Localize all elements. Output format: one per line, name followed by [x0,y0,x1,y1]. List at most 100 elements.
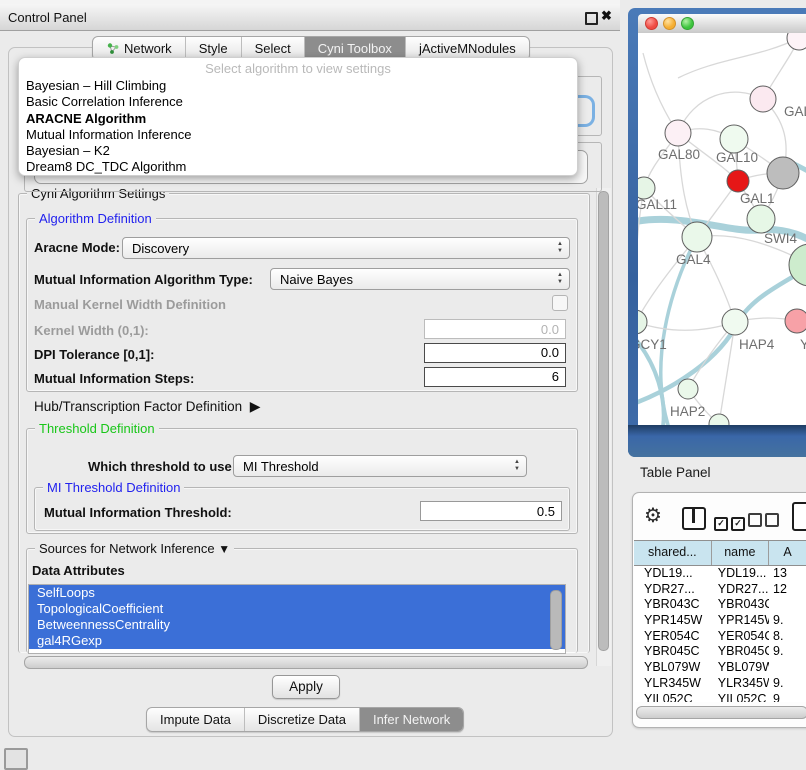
mi-threshold-field[interactable]: 0.5 [420,501,562,521]
kernel-width-label: Kernel Width (0,1): [34,323,149,338]
float-window-icon[interactable] [585,12,598,25]
network-node-gal10[interactable] [720,125,748,153]
list-item[interactable]: BetweennessCentrality [29,617,565,633]
network-node-hap2[interactable] [678,379,698,399]
deselect-all-icon[interactable] [748,513,779,532]
column-header-cut[interactable]: A [769,541,806,565]
select-all-icon[interactable]: ✓✓ [714,513,745,531]
manual-kernel-checkbox[interactable] [552,295,568,311]
apply-button[interactable]: Apply [272,675,340,699]
aracne-mode-combobox[interactable]: Discovery ▲▼ [122,237,570,259]
table-row[interactable]: YBR045C YBR045C 9. [634,644,806,660]
dropdown-item[interactable]: Bayesian – K2 [19,143,577,159]
settings-horizontal-scrollbar[interactable] [24,656,588,669]
network-node-gal4[interactable] [682,222,712,252]
data-attributes-list[interactable]: SelfLoops TopologicalCoefficient Between… [28,584,566,654]
network-node-gal1[interactable] [747,205,775,233]
network-node-gal11[interactable] [638,177,655,199]
table-row[interactable]: YDL19... YDL19... 13 [634,566,806,582]
list-item[interactable]: TopologicalCoefficient [29,601,565,617]
network-node-salmon[interactable] [785,309,806,333]
tab-impute-data[interactable]: Impute Data [147,708,244,731]
table-horizontal-scrollbar[interactable] [636,706,806,719]
manual-kernel-label: Manual Kernel Width Definition [34,297,226,312]
table-row[interactable]: YBR043C YBR043C [634,597,806,613]
mi-steps-field[interactable]: 6 [424,367,566,387]
mi-steps-label: Mutual Information Steps: [34,371,194,386]
node-label: GAL80 [658,147,700,162]
dropdown-item[interactable]: Basic Correlation Inference [19,94,577,110]
dropdown-item[interactable]: Bayesian – Hill Climbing [19,78,577,94]
network-node-gal80[interactable] [665,120,691,146]
network-node-gray[interactable] [767,157,799,189]
network-node[interactable] [750,86,776,112]
table-row[interactable]: YPR145W YPR145W 9. [634,613,806,629]
mi-algorithm-type-label: Mutual Information Algorithm Type: [34,272,253,287]
node-label: HAP2 [670,404,705,419]
dropdown-item[interactable]: Mutual Information Inference [19,127,577,143]
collapsed-arrow-icon: ▶ [246,398,261,414]
zoom-traffic-light[interactable] [681,17,694,30]
expanded-arrow-icon: ▼ [218,542,230,556]
node-label: GAL11 [638,197,677,212]
table-row[interactable]: YBL079W YBL079W [634,660,806,676]
mi-threshold-label: Mutual Information Threshold: [44,505,232,520]
panel-title: Control Panel [8,10,87,25]
which-threshold-combobox[interactable]: MI Threshold ▲▼ [233,455,527,477]
node-label: SWI4 [764,231,797,246]
mi-algorithm-type-combobox[interactable]: Naive Bayes ▲▼ [270,268,570,290]
list-scrollbar-thumb[interactable] [550,590,562,650]
aracne-mode-label: Aracne Mode: [34,240,120,255]
close-icon[interactable]: ✖ [601,8,612,24]
network-window-titlebar[interactable] [638,14,806,34]
group-title: Threshold Definition [35,421,159,436]
import-table-icon[interactable] [792,502,806,531]
tab-infer-network[interactable]: Infer Network [359,708,463,731]
algorithm-dropdown-popup: Select algorithm to view settings Bayesi… [18,57,578,176]
network-node-gcy1[interactable] [638,310,647,334]
node-label: GAL4 [676,252,711,267]
dropdown-placeholder: Select algorithm to view settings [19,61,577,78]
dpi-tolerance-label: DPI Tolerance [0,1]: [34,347,154,362]
table-row[interactable]: YDR27... YDR27... 12 [634,582,806,598]
data-attributes-label: Data Attributes [32,563,125,578]
hub-definition-toggle[interactable]: Hub/Transcription Factor Definition ▶ [34,398,261,415]
settings-scrollbar-thumb[interactable] [598,191,609,651]
dropdown-item[interactable]: Dream8 DC_TDC Algorithm [19,159,577,175]
network-node-red[interactable] [727,170,749,192]
node-label: HAP4 [739,337,775,352]
sources-toggle[interactable]: Sources for Network Inference ▼ [35,541,234,556]
combo-spinner-icon: ▲▼ [557,241,563,255]
columns-icon[interactable] [682,507,706,530]
table-header-row: shared... name A [634,540,806,566]
control-panel-titlebar: Control Panel ✖ [0,4,620,31]
column-header-shared[interactable]: shared... [634,541,712,565]
node-label: GAL [784,104,806,119]
panel-dock-icon[interactable] [4,748,28,770]
table-row[interactable]: YLR345W YLR345W 9. [634,676,806,692]
network-node-hap4[interactable] [722,309,748,335]
network-node[interactable] [787,33,806,50]
close-traffic-light[interactable] [645,17,658,30]
group-title: MI Threshold Definition [43,480,184,495]
list-item[interactable]: gal4RGexp [29,633,565,649]
node-label: Y [800,337,806,352]
table-row[interactable]: YER054C YER054C 8. [634,629,806,645]
dropdown-item-highlighted[interactable]: ARACNE Algorithm [19,111,577,127]
network-canvas[interactable]: GAL GAL80 GAL10 GAL11 GAL1 SWI4 GAL4 GCY… [638,33,806,425]
node-table: shared... name A YDL19... YDL19... 13 YD… [634,540,806,702]
network-node[interactable] [709,414,729,425]
list-item[interactable]: SelfLoops [29,585,565,601]
kernel-width-field[interactable]: 0.0 [424,319,566,339]
dpi-tolerance-field[interactable]: 0.0 [424,343,566,363]
network-frame-bottom [628,425,806,457]
gear-icon[interactable]: ⚙ [644,505,662,527]
minimize-traffic-light[interactable] [663,17,676,30]
table-panel-title: Table Panel [640,465,711,480]
column-header-name[interactable]: name [712,541,769,565]
table-row[interactable]: YIL052C YIL052C 9 [634,692,806,702]
combo-spinner-icon: ▲▼ [514,459,520,473]
combo-spinner-icon: ▲▼ [557,272,563,286]
tab-discretize-data[interactable]: Discretize Data [244,708,359,731]
group-title: Algorithm Definition [35,211,156,226]
